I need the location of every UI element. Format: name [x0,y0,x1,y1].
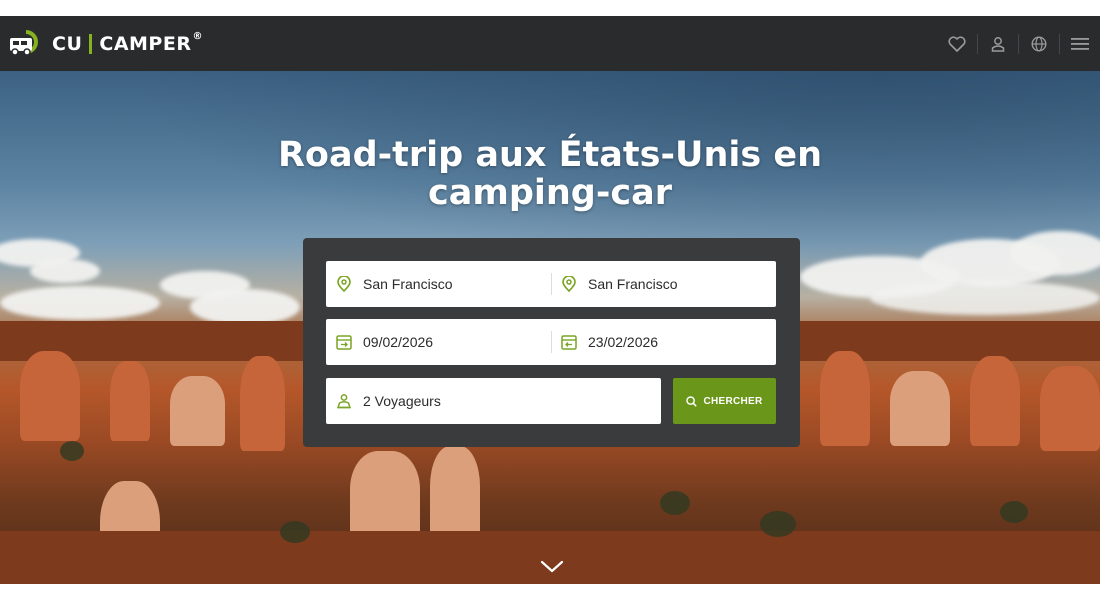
top-margin [0,0,1100,16]
hero-rock [110,361,150,441]
brand-name-left: CU [52,32,83,55]
menu-icon[interactable] [1060,16,1100,71]
hero-rock [970,356,1020,446]
traveler-icon [335,392,353,410]
heart-icon[interactable] [937,16,977,71]
search-button-label: CHERCHER [703,395,763,407]
camper-van-icon [8,29,42,59]
hero-rock [820,351,870,446]
dropoff-location-field[interactable]: San Francisco [551,261,776,307]
pickup-location-value: San Francisco [363,276,453,292]
hero-rock [240,356,285,451]
location-pin-icon [335,275,353,293]
hero-rock [890,371,950,446]
search-button[interactable]: CHERCHER [673,378,776,424]
hero-rock [170,376,225,446]
hero-cloud [30,259,100,283]
brand-name: CU CAMPER ® [52,31,203,55]
end-date-value: 23/02/2026 [588,334,659,350]
site-logo[interactable]: CU CAMPER ® [8,16,203,71]
location-pin-icon [560,275,578,293]
user-icon[interactable] [978,16,1018,71]
date-row: 09/02/2026 23/02/2026 [326,319,776,365]
hero-tree [280,521,310,543]
end-date-field[interactable]: 23/02/2026 [551,319,776,365]
hero-rock [0,531,1100,584]
brand-name-right: CAMPER [99,32,192,55]
scroll-down-chevron-icon[interactable] [540,560,564,574]
travelers-value: 2 Voyageurs [363,393,441,409]
dropoff-location-value: San Francisco [588,276,678,292]
hero-cloud [870,281,1100,315]
hero-cloud [190,289,300,325]
travelers-field[interactable]: 2 Voyageurs [326,378,661,424]
top-navbar: CU CAMPER ® [0,16,1100,71]
calendar-checkin-icon [335,333,353,351]
hero-tree [1000,501,1028,523]
brand-divider [89,33,93,54]
hero-rock [1040,366,1100,451]
start-date-value: 09/02/2026 [363,334,434,350]
nav-icon-group [937,16,1100,71]
registered-mark: ® [192,31,203,42]
search-icon [686,395,698,407]
search-panel: San Francisco San Francisco 09/02/2026 2… [303,238,800,447]
globe-icon[interactable] [1019,16,1059,71]
start-date-field[interactable]: 09/02/2026 [326,319,551,365]
hero-tree [660,491,690,515]
hero-tree [60,441,84,461]
calendar-checkout-icon [560,333,578,351]
hero-tree [760,511,796,537]
pickup-location-field[interactable]: San Francisco [326,261,551,307]
hero-cloud [0,286,160,320]
hero-title: Road-trip aux États-Unis en camping-car [277,135,823,213]
hero-banner: Road-trip aux États-Unis en camping-car … [0,71,1100,584]
hero-cloud [1010,231,1100,275]
hero-rock [20,351,80,441]
location-row: San Francisco San Francisco [326,261,776,307]
bottom-margin [0,584,1100,600]
